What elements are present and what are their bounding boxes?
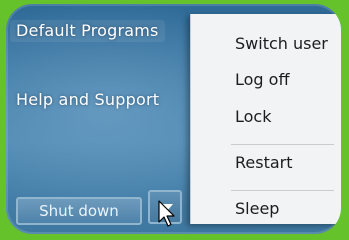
- default-programs-link[interactable]: Default Programs: [10, 20, 165, 42]
- menu-item-log-off[interactable]: Log off: [235, 70, 289, 89]
- mouse-cursor-icon: [158, 200, 175, 227]
- menu-separator: [231, 144, 334, 145]
- menu-item-restart[interactable]: Restart: [235, 153, 293, 172]
- menu-separator: [231, 190, 334, 191]
- screenshot-frame: Default Programs Help and Support Shut d…: [6, 4, 341, 234]
- menu-item-sleep[interactable]: Sleep: [235, 199, 279, 218]
- menu-item-switch-user[interactable]: Switch user: [235, 34, 328, 53]
- menu-item-lock[interactable]: Lock: [235, 107, 271, 126]
- shut-down-button[interactable]: Shut down: [16, 197, 142, 225]
- help-and-support-link[interactable]: Help and Support: [16, 90, 159, 109]
- power-options-menu: Switch user Log off Lock Restart Sleep: [190, 14, 341, 224]
